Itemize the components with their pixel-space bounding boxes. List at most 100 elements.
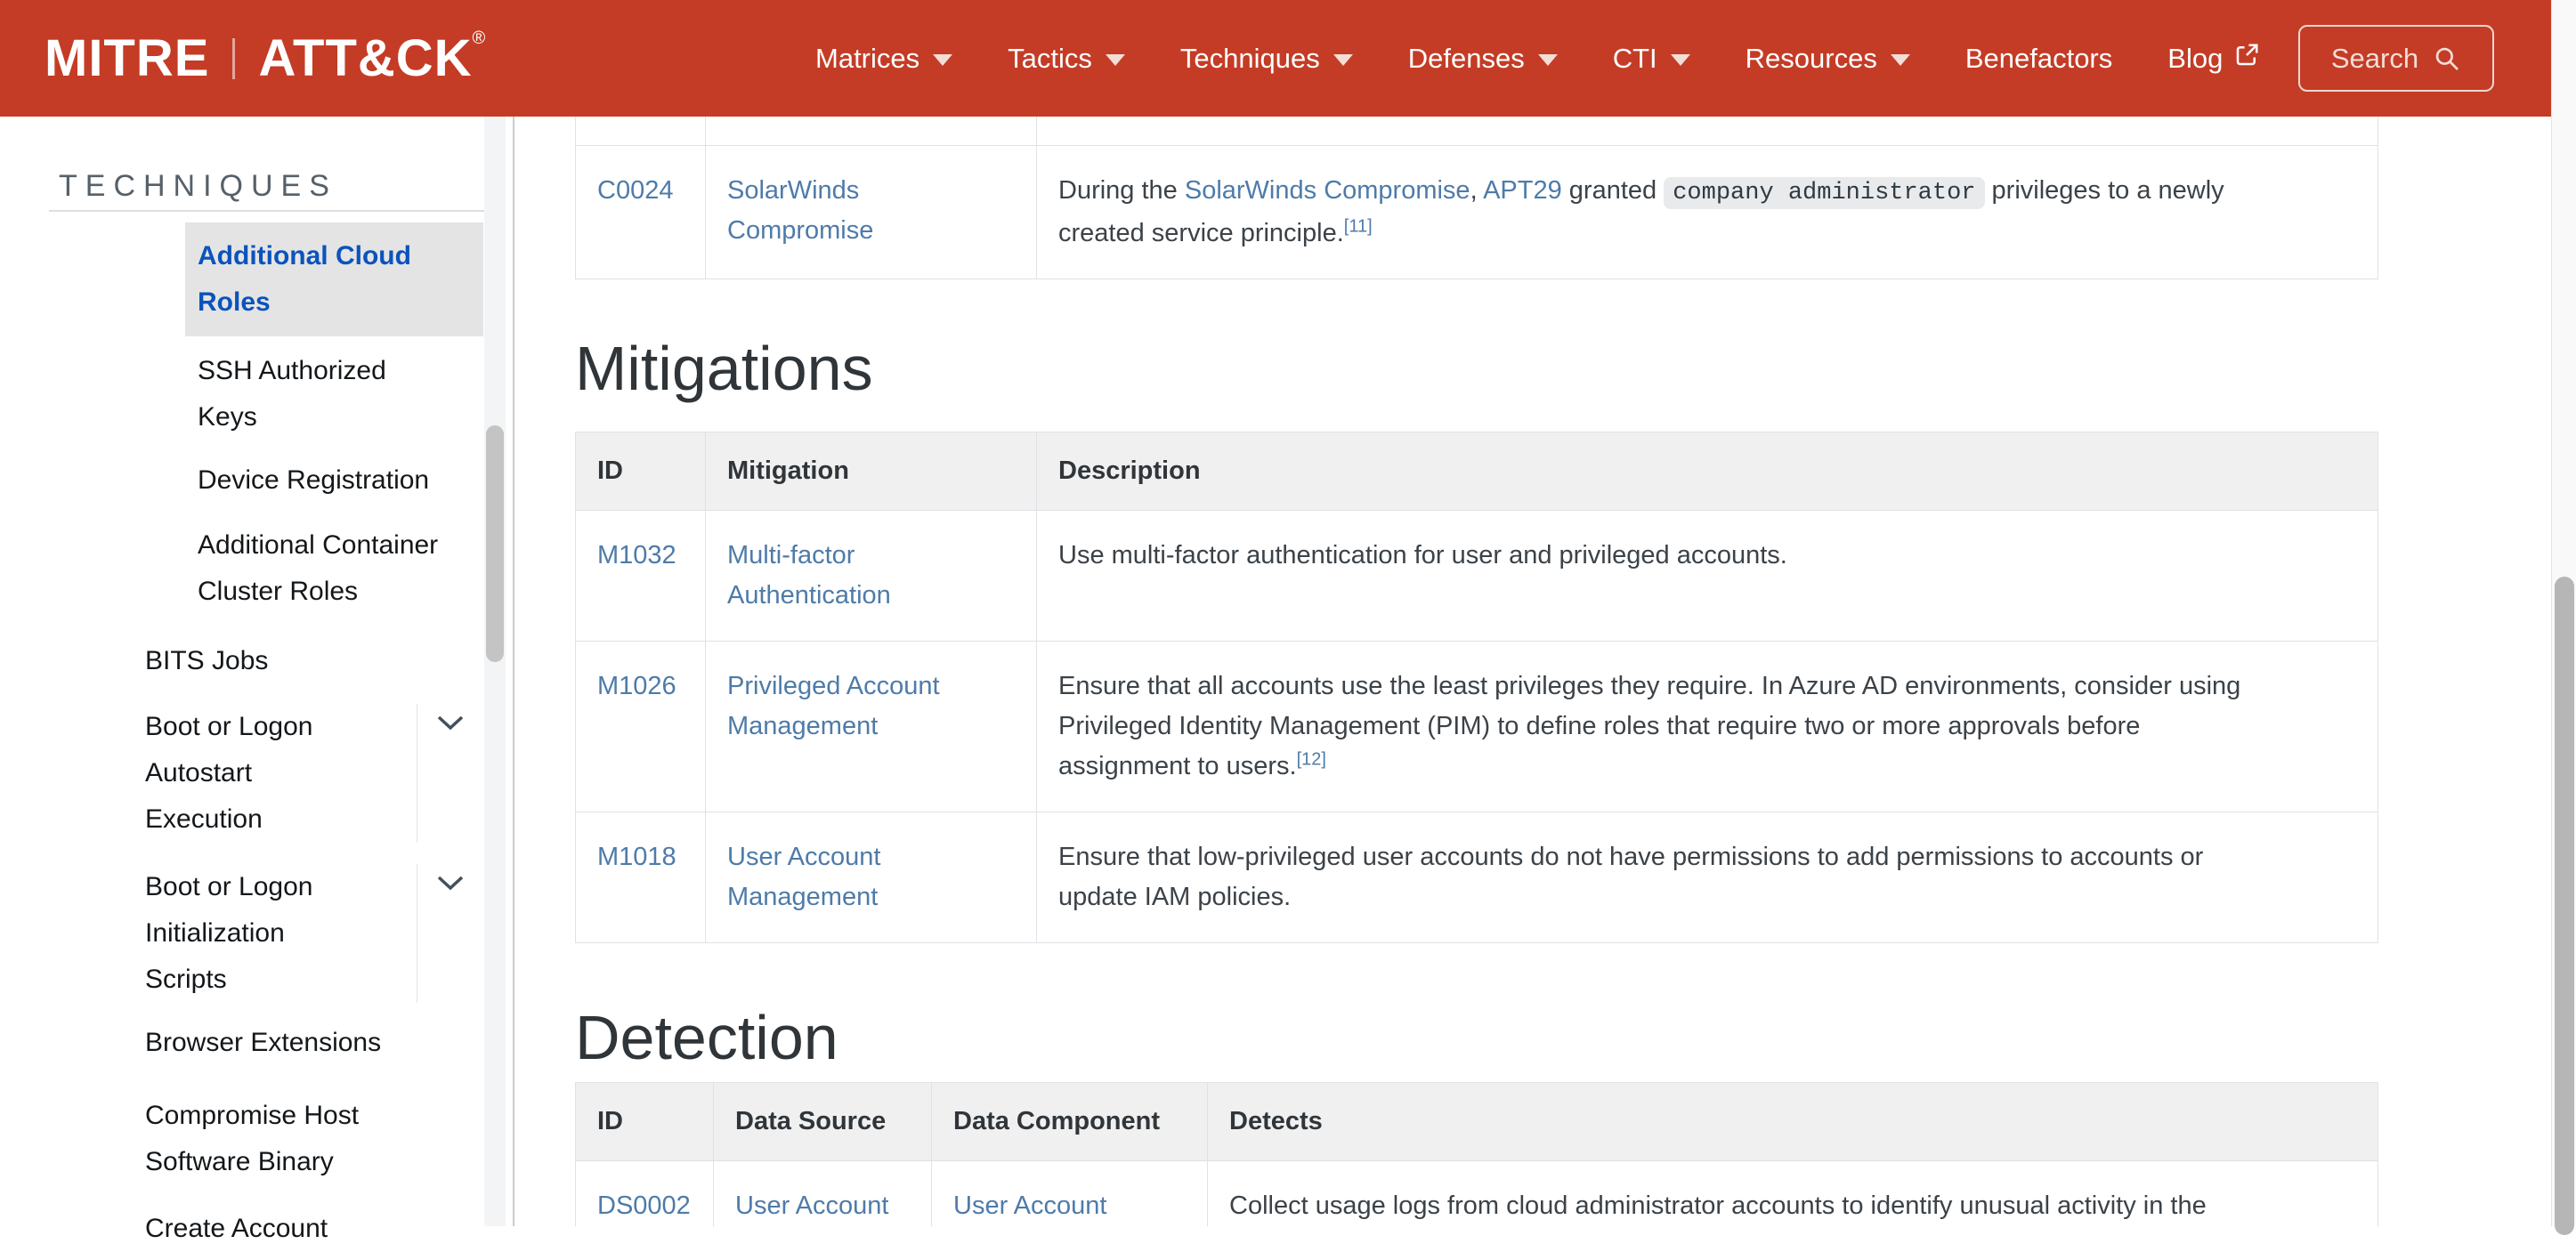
- campaigns-table-body: C0024SolarWinds CompromiseDuring the Sol…: [576, 117, 2378, 279]
- mitigation-id-link[interactable]: M1032: [597, 541, 676, 569]
- sidebar-scrollbar-thumb[interactable]: [486, 425, 504, 662]
- mitigation-id-link[interactable]: M1026: [597, 672, 676, 700]
- page-scrollbar-thumb[interactable]: [2555, 577, 2574, 1235]
- table-row: DS0002 User Account User Account Modificat…: [576, 1161, 2378, 1227]
- brand-logo[interactable]: MITRE ATT&CK ®: [45, 0, 485, 117]
- mitigation-name-link[interactable]: User Account Management: [727, 843, 880, 911]
- mitigation-name-link[interactable]: Multi-factor Authentication: [727, 541, 891, 610]
- column-header-id: ID: [576, 432, 706, 511]
- registered-mark: ®: [473, 28, 486, 49]
- column-header-data-component: Data Component: [932, 1083, 1208, 1161]
- nav-item-defenses[interactable]: Defenses: [1408, 43, 1558, 75]
- nav-item-matrices[interactable]: Matrices: [815, 43, 952, 75]
- content-link[interactable]: SolarWinds Compromise: [1185, 176, 1470, 205]
- campaign-name-link[interactable]: SolarWinds Compromise: [727, 176, 873, 245]
- table-row: M1018 User Account Management Ensure that …: [576, 812, 2378, 943]
- column-header-detects: Detects: [1208, 1083, 2378, 1161]
- nav-link[interactable]: CTI: [1613, 43, 1690, 75]
- detection-header-row: ID Data Source Data Component Detects: [576, 1083, 2378, 1161]
- sidebar-item-boot-or-logon-autostart-execution[interactable]: Boot or Logon Autostart Execution: [145, 704, 483, 843]
- nav-item-resources[interactable]: Resources: [1746, 43, 1910, 75]
- brand-divider: [232, 38, 235, 79]
- sidebar-item-label: Boot or Logon Autostart Execution: [145, 704, 417, 843]
- description-cell: Use multi-factor authentication for user…: [1037, 511, 2378, 642]
- sidebar-item-create-account[interactable]: Create Account: [145, 1206, 483, 1252]
- datasource-link[interactable]: User Account: [735, 1191, 888, 1220]
- description-cell: Ensure that low-privileged user accounts…: [1037, 812, 2378, 943]
- sidebar-item-browser-extensions[interactable]: Browser Extensions: [145, 1020, 483, 1066]
- table-row: C0024SolarWinds CompromiseDuring the Sol…: [576, 145, 2378, 279]
- text-run: Ensure that all accounts use the least p…: [1058, 672, 2240, 780]
- nav-link[interactable]: Techniques: [1180, 43, 1353, 75]
- nav-link[interactable]: Benefactors: [1965, 43, 2112, 75]
- expand-toggle[interactable]: [417, 864, 483, 1003]
- datasource-id-link[interactable]: DS0002: [597, 1191, 691, 1220]
- table-row: M1032 Multi-factor Authentication Use mult…: [576, 511, 2378, 642]
- sidebar-item-device-registration[interactable]: Device Registration: [185, 447, 483, 514]
- mitigation-name-link[interactable]: Privileged Account Management: [727, 672, 940, 740]
- chevron-down-icon: [933, 54, 952, 66]
- nav-item-techniques[interactable]: Techniques: [1180, 43, 1353, 75]
- techniques-list: Additional Cloud RolesSSH Authorized Key…: [0, 117, 483, 1226]
- sidebar-item-label: Additional Container Cluster Roles: [185, 512, 483, 626]
- text-run: Use multi-factor authentication for user…: [1058, 541, 1787, 569]
- description-cell: Ensure that all accounts use the least p…: [1037, 642, 2378, 812]
- sidebar-item-additional-container-cluster-roles[interactable]: Additional Container Cluster Roles: [185, 512, 483, 626]
- sidebar-item-label: Boot or Logon Initialization Scripts: [145, 864, 417, 1003]
- attack-logo: ATT&CK: [258, 28, 472, 88]
- chevron-down-icon: [1333, 54, 1353, 66]
- sidebar-item-compromise-host-software-binary[interactable]: Compromise Host Software Binary: [145, 1093, 483, 1185]
- column-header-data-source: Data Source: [714, 1083, 932, 1161]
- expand-toggle[interactable]: [417, 704, 483, 843]
- sidebar-item-boot-or-logon-initialization-scripts[interactable]: Boot or Logon Initialization Scripts: [145, 864, 483, 1003]
- nav-item-tactics[interactable]: Tactics: [1008, 43, 1125, 75]
- nav-item-blog[interactable]: Blog: [2167, 42, 2260, 76]
- nav-link[interactable]: Blog: [2167, 42, 2260, 76]
- nav-link[interactable]: Resources: [1746, 43, 1910, 75]
- mitigations-table: ID Mitigation Description M1032Multi-fac…: [575, 432, 2378, 943]
- nav-item-benefactors[interactable]: Benefactors: [1965, 43, 2112, 75]
- text-run: ,: [1470, 176, 1484, 205]
- citation-link[interactable]: [12]: [1297, 749, 1326, 769]
- main-content: C0024SolarWinds CompromiseDuring the Sol…: [516, 117, 2551, 1226]
- main-menu: Matrices Tactics Techniques Defenses CTI Reso…: [815, 0, 2260, 117]
- chevron-down-icon: [1538, 54, 1558, 66]
- sidebar-item-ssh-authorized-keys[interactable]: SSH Authorized Keys: [185, 337, 483, 451]
- description-cell: Collect usage logs from cloud administra…: [1208, 1161, 2378, 1227]
- search-button[interactable]: Search: [2298, 25, 2494, 92]
- nav-link[interactable]: Matrices: [815, 43, 952, 75]
- chevron-down-icon: [436, 875, 465, 893]
- table-row-partial: [576, 117, 2378, 145]
- top-navbar: MITRE ATT&CK ® Matrices Tactics Techniques…: [0, 0, 2551, 117]
- mitigations-heading: Mitigations: [575, 337, 873, 400]
- table-row: M1026 Privileged Account Management Ensure…: [576, 642, 2378, 812]
- mitigations-table-body: M1032 Multi-factor Authentication Use mult…: [576, 511, 2378, 943]
- column-header-mitigation: Mitigation: [706, 432, 1037, 511]
- page-scrollbar[interactable]: [2551, 0, 2576, 1226]
- campaign-id-link[interactable]: C0024: [597, 176, 673, 205]
- datacomponent-link[interactable]: User Account Modification: [953, 1191, 1106, 1226]
- sidebar-item-additional-cloud-roles[interactable]: Additional Cloud Roles: [185, 222, 483, 336]
- text-run: granted: [1562, 176, 1664, 205]
- sidebar-scrollbar[interactable]: [484, 117, 506, 1226]
- content-link[interactable]: APT29: [1483, 176, 1562, 205]
- sidebar-item-bits-jobs[interactable]: BITS Jobs: [145, 638, 483, 684]
- mitre-logo: MITRE: [45, 28, 209, 88]
- nav-link[interactable]: Defenses: [1408, 43, 1558, 75]
- column-header-id: ID: [576, 1083, 714, 1161]
- sidebar-item-label: SSH Authorized Keys: [185, 337, 483, 451]
- mitigation-id-link[interactable]: M1018: [597, 843, 676, 871]
- sidebar-item-label: Browser Extensions: [145, 1020, 483, 1066]
- sidebar-item-label: Device Registration: [185, 447, 483, 514]
- sidebar-item-label: BITS Jobs: [145, 638, 483, 684]
- detection-table-body: DS0002 User Account User Account Modificat…: [576, 1161, 2378, 1227]
- nav-item-cti[interactable]: CTI: [1613, 43, 1690, 75]
- nav-link[interactable]: Tactics: [1008, 43, 1125, 75]
- citation-link[interactable]: [11]: [1344, 216, 1373, 236]
- detection-heading: Detection: [575, 1006, 838, 1069]
- description-cell: During the SolarWinds Compromise, APT29 …: [1037, 145, 2378, 279]
- sidebar-item-label: Additional Cloud Roles: [185, 222, 483, 336]
- sidebar-item-label: Create Account: [145, 1206, 483, 1252]
- search-button-label: Search: [2331, 43, 2418, 75]
- code-span: company administrator: [1664, 177, 1984, 209]
